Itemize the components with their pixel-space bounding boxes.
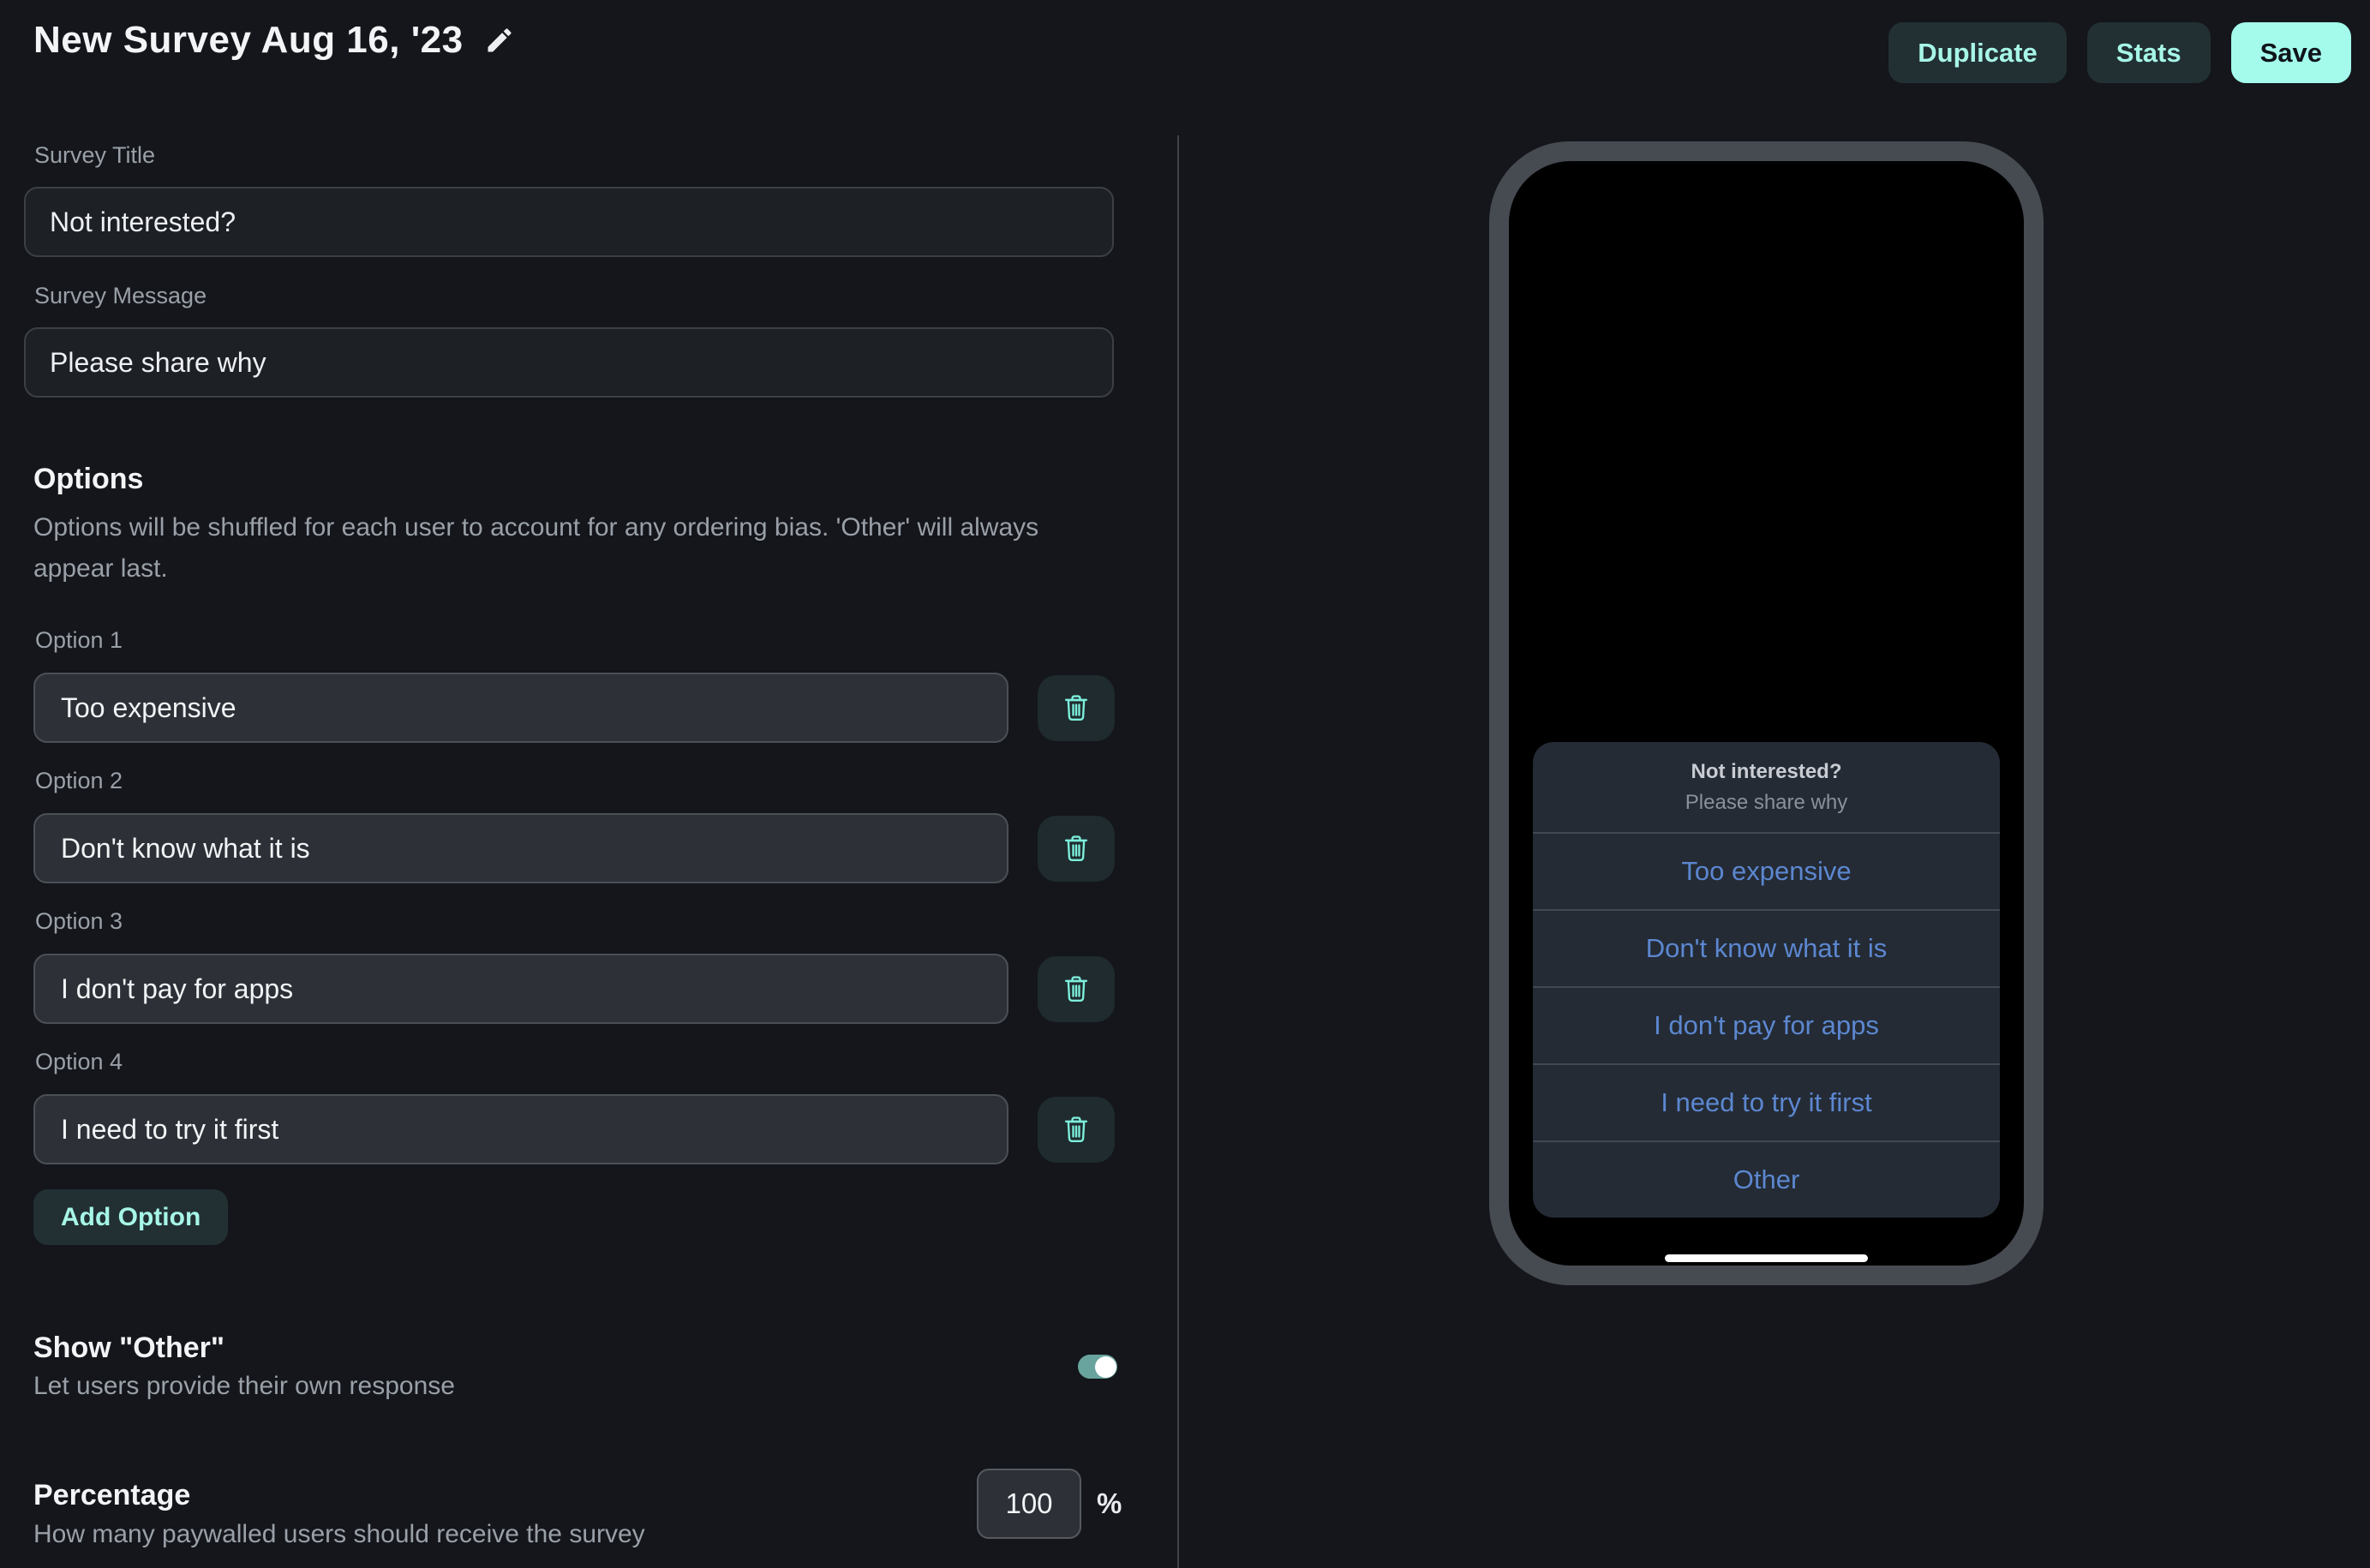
option-row: Option 1 [0, 627, 1115, 743]
option-label: Option 3 [35, 908, 1115, 935]
option-row: Option 3 [0, 908, 1115, 1024]
show-other-heading: Show "Other" [33, 1332, 224, 1365]
option-input[interactable] [33, 673, 1008, 743]
option-row: Option 4 [0, 1049, 1115, 1164]
panel-divider [1177, 135, 1179, 1568]
survey-title-input[interactable] [24, 187, 1114, 257]
options-list: Option 1 Option 2 [0, 627, 1115, 1189]
options-heading: Options [33, 463, 143, 496]
delete-option-button[interactable] [1038, 675, 1115, 741]
trash-icon [1060, 691, 1092, 724]
stats-button[interactable]: Stats [2087, 22, 2211, 83]
option-input[interactable] [33, 1094, 1008, 1164]
save-button[interactable]: Save [2231, 22, 2351, 83]
header: New Survey Aug 16, '23 [33, 19, 515, 62]
dialog-option: Other [1533, 1140, 2000, 1218]
trash-icon [1060, 1113, 1092, 1146]
header-actions: Duplicate Stats Save [1888, 22, 2351, 83]
dialog-option: I don't pay for apps [1533, 986, 2000, 1063]
survey-preview-dialog: Not interested? Please share why Too exp… [1533, 742, 2000, 1218]
trash-icon [1060, 973, 1092, 1005]
phone-screen: Not interested? Please share why Too exp… [1509, 161, 2024, 1266]
dialog-message: Please share why [1685, 791, 1847, 815]
option-input[interactable] [33, 954, 1008, 1024]
page-title: New Survey Aug 16, '23 [33, 19, 464, 62]
percent-sign: % [1097, 1487, 1122, 1520]
toggle-knob [1095, 1356, 1116, 1378]
percentage-subtitle: How many paywalled users should receive … [33, 1520, 645, 1549]
delete-option-button[interactable] [1038, 1097, 1115, 1163]
survey-message-label: Survey Message [34, 283, 206, 309]
edit-pencil-icon[interactable] [484, 25, 515, 56]
option-row: Option 2 [0, 768, 1115, 883]
percentage-input[interactable] [977, 1469, 1081, 1539]
show-other-toggle[interactable] [1078, 1355, 1117, 1379]
dialog-option: Too expensive [1533, 832, 2000, 909]
option-input[interactable] [33, 813, 1008, 883]
option-label: Option 4 [35, 1049, 1115, 1075]
trash-icon [1060, 832, 1092, 865]
percentage-heading: Percentage [33, 1479, 190, 1512]
survey-title-label: Survey Title [34, 142, 155, 169]
add-option-button[interactable]: Add Option [33, 1189, 228, 1245]
delete-option-button[interactable] [1038, 956, 1115, 1022]
dialog-option: I need to try it first [1533, 1063, 2000, 1140]
dialog-option: Don't know what it is [1533, 909, 2000, 986]
survey-message-input[interactable] [24, 327, 1114, 398]
show-other-subtitle: Let users provide their own response [33, 1372, 455, 1401]
dialog-title: Not interested? [1691, 760, 1841, 784]
home-indicator [1665, 1254, 1868, 1262]
delete-option-button[interactable] [1038, 816, 1115, 882]
duplicate-button[interactable]: Duplicate [1888, 22, 2067, 83]
option-label: Option 2 [35, 768, 1115, 794]
phone-frame: Not interested? Please share why Too exp… [1489, 141, 2044, 1285]
options-description: Options will be shuffled for each user t… [33, 507, 1087, 589]
option-label: Option 1 [35, 627, 1115, 654]
dialog-header: Not interested? Please share why [1533, 742, 2000, 832]
